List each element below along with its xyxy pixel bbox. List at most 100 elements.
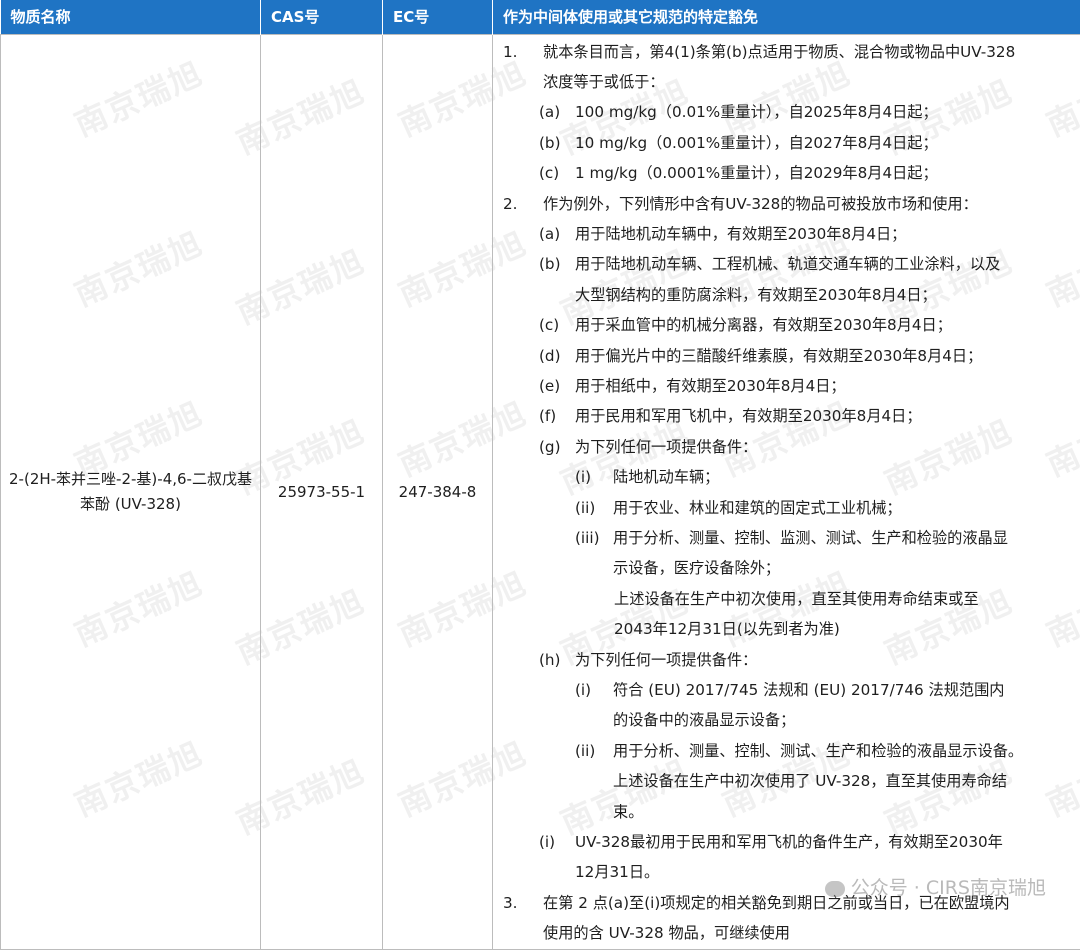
cas-number-cell: 25973-55-1 [261,34,383,949]
list-marker: 2. [493,189,543,219]
list-text-line: 用于相纸中，有效期至2030年8月4日； [575,371,1080,401]
list-marker: 3. [493,888,543,918]
list-marker: 1. [493,37,543,67]
list-text-line: 为下列任何一项提供备件： [575,645,1080,675]
list-text-line: 示设备，医疗设备除外； [613,553,1080,583]
list-item: (g)为下列任何一项提供备件： [493,432,1080,462]
table-header-row: 物质名称 CAS号 EC号 作为中间体使用或其它规范的特定豁免 [1,0,1080,34]
list-item: (e)用于相纸中，有效期至2030年8月4日； [493,371,1080,401]
list-text-line: 用于分析、测量、控制、监测、测试、生产和检验的液晶显 [613,523,1080,553]
list-text-line: 使用的含 UV-328 物品，可继续使用 [543,918,1080,948]
list-marker: (ii) [493,736,613,766]
exemption-list: 1.就本条目而言，第4(1)条第(b)点适用于物质、混合物或物品中UV-328浓… [493,35,1080,949]
header-exemptions: 作为中间体使用或其它规范的特定豁免 [493,0,1080,34]
note-line: 2043年12月31日(以先到者为准) [614,614,1080,644]
list-marker: (h) [493,645,575,675]
footer-watermark-text: 公众号 · CIRS南京瑞旭 [851,877,1046,899]
list-item: 1.就本条目而言，第4(1)条第(b)点适用于物质、混合物或物品中UV-328浓… [493,37,1080,98]
list-text: 用于分析、测量、控制、监测、测试、生产和检验的液晶显示设备，医疗设备除外； [613,523,1080,584]
list-text-line: 用于陆地机动车辆中，有效期至2030年8月4日； [575,219,1080,249]
header-substance-name: 物质名称 [1,0,261,34]
list-item: 2.作为例外，下列情形中含有UV-328的物品可被投放市场和使用： [493,189,1080,219]
list-text: 用于陆地机动车辆中，有效期至2030年8月4日； [575,219,1080,249]
list-text-line: 用于分析、测量、控制、测试、生产和检验的液晶显示设备。 [613,736,1080,766]
list-marker: (a) [493,219,575,249]
list-text-line: 用于民用和军用飞机中，有效期至2030年8月4日； [575,401,1080,431]
list-text: 用于采血管中的机械分离器，有效期至2030年8月4日； [575,310,1080,340]
list-item: (b)10 mg/kg（0.001%重量计），自2027年8月4日起； [493,128,1080,158]
list-text-line: UV-328最初用于民用和军用飞机的备件生产，有效期至2030年 [575,827,1080,857]
list-text: 陆地机动车辆； [613,462,1080,492]
list-text-line: 用于农业、林业和建筑的固定式工业机械； [613,493,1080,523]
list-text-line: 为下列任何一项提供备件： [575,432,1080,462]
list-text-line: 10 mg/kg（0.001%重量计），自2027年8月4日起； [575,128,1080,158]
list-marker: (e) [493,371,575,401]
list-text: 为下列任何一项提供备件： [575,645,1080,675]
list-text: 用于偏光片中的三醋酸纤维素膜，有效期至2030年8月4日； [575,341,1080,371]
list-item: (c)用于采血管中的机械分离器，有效期至2030年8月4日； [493,310,1080,340]
list-item: (i)陆地机动车辆； [493,462,1080,492]
list-item: (a)用于陆地机动车辆中，有效期至2030年8月4日； [493,219,1080,249]
substance-name-cell: 2-(2H-苯并三唑-2-基)-4,6-二叔戊基苯酚 (UV-328) [1,34,261,949]
list-text: 用于农业、林业和建筑的固定式工业机械； [613,493,1080,523]
list-text-line: 符合 (EU) 2017/745 法规和 (EU) 2017/746 法规范围内 [613,675,1080,705]
list-text-line: 作为例外，下列情形中含有UV-328的物品可被投放市场和使用： [543,189,1080,219]
list-item: (i)符合 (EU) 2017/745 法规和 (EU) 2017/746 法规… [493,675,1080,736]
exemptions-cell: 1.就本条目而言，第4(1)条第(b)点适用于物质、混合物或物品中UV-328浓… [493,34,1080,949]
list-text: 用于分析、测量、控制、测试、生产和检验的液晶显示设备。上述设备在生产中初次使用了… [613,736,1080,827]
list-marker: (b) [493,249,575,279]
list-text-line: 就本条目而言，第4(1)条第(b)点适用于物质、混合物或物品中UV-328 [543,37,1080,67]
header-ec: EC号 [383,0,493,34]
list-marker: (c) [493,310,575,340]
list-item: (ii)用于农业、林业和建筑的固定式工业机械； [493,493,1080,523]
list-marker: (g) [493,432,575,462]
header-cas: CAS号 [261,0,383,34]
list-marker: (iii) [493,523,613,553]
list-marker: (ii) [493,493,613,523]
list-marker: (c) [493,158,575,188]
footer-watermark: 公众号 · CIRS南京瑞旭 [825,873,1046,900]
list-text: 用于民用和军用飞机中，有效期至2030年8月4日； [575,401,1080,431]
list-text-line: 浓度等于或低于： [543,67,1080,97]
list-item: (a)100 mg/kg（0.01%重量计），自2025年8月4日起； [493,97,1080,127]
list-text: 符合 (EU) 2017/745 法规和 (EU) 2017/746 法规范围内… [613,675,1080,736]
exemption-table: 物质名称 CAS号 EC号 作为中间体使用或其它规范的特定豁免 2-(2H-苯并… [0,0,1080,950]
list-item: (c)1 mg/kg（0.0001%重量计），自2029年8月4日起； [493,158,1080,188]
list-text-line: 陆地机动车辆； [613,462,1080,492]
list-text: 用于相纸中，有效期至2030年8月4日； [575,371,1080,401]
list-text: 1 mg/kg（0.0001%重量计），自2029年8月4日起； [575,158,1080,188]
list-text: 作为例外，下列情形中含有UV-328的物品可被投放市场和使用： [543,189,1080,219]
list-text-line: 1 mg/kg（0.0001%重量计），自2029年8月4日起； [575,158,1080,188]
list-text-line: 用于采血管中的机械分离器，有效期至2030年8月4日； [575,310,1080,340]
list-text: 用于陆地机动车辆、工程机械、轨道交通车辆的工业涂料，以及大型钢结构的重防腐涂料，… [575,249,1080,310]
list-marker: (a) [493,97,575,127]
list-text-line: 100 mg/kg（0.01%重量计），自2025年8月4日起； [575,97,1080,127]
list-marker: (b) [493,128,575,158]
continuation-note: 上述设备在生产中初次使用，直至其使用寿命结束或至2043年12月31日(以先到者… [493,584,1080,645]
list-marker: (i) [493,675,613,705]
list-text-line: 用于偏光片中的三醋酸纤维素膜，有效期至2030年8月4日； [575,341,1080,371]
note-line: 上述设备在生产中初次使用，直至其使用寿命结束或至 [614,584,1080,614]
list-marker: (i) [493,462,613,492]
list-text: 就本条目而言，第4(1)条第(b)点适用于物质、混合物或物品中UV-328浓度等… [543,37,1080,98]
list-text-line: 束。 [613,797,1080,827]
list-item: (b)用于陆地机动车辆、工程机械、轨道交通车辆的工业涂料，以及大型钢结构的重防腐… [493,249,1080,310]
table-row: 2-(2H-苯并三唑-2-基)-4,6-二叔戊基苯酚 (UV-328) 2597… [1,34,1080,949]
list-item: (h)为下列任何一项提供备件： [493,645,1080,675]
list-text: 为下列任何一项提供备件： [575,432,1080,462]
list-text-line: 的设备中的液晶显示设备； [613,705,1080,735]
list-text: 10 mg/kg（0.001%重量计），自2027年8月4日起； [575,128,1080,158]
list-marker: (d) [493,341,575,371]
list-item: (d)用于偏光片中的三醋酸纤维素膜，有效期至2030年8月4日； [493,341,1080,371]
list-item: (iii)用于分析、测量、控制、监测、测试、生产和检验的液晶显示设备，医疗设备除… [493,523,1080,584]
list-marker: (i) [493,827,575,857]
list-marker: (f) [493,401,575,431]
list-text-line: 上述设备在生产中初次使用了 UV-328，直至其使用寿命结 [613,766,1080,796]
list-text-line: 大型钢结构的重防腐涂料，有效期至2030年8月4日； [575,280,1080,310]
list-item: (f)用于民用和军用飞机中，有效期至2030年8月4日； [493,401,1080,431]
list-text: 100 mg/kg（0.01%重量计），自2025年8月4日起； [575,97,1080,127]
wechat-icon [825,881,845,897]
list-text-line: 用于陆地机动车辆、工程机械、轨道交通车辆的工业涂料，以及 [575,249,1080,279]
list-item: (ii)用于分析、测量、控制、测试、生产和检验的液晶显示设备。上述设备在生产中初… [493,736,1080,827]
ec-number-cell: 247-384-8 [383,34,493,949]
